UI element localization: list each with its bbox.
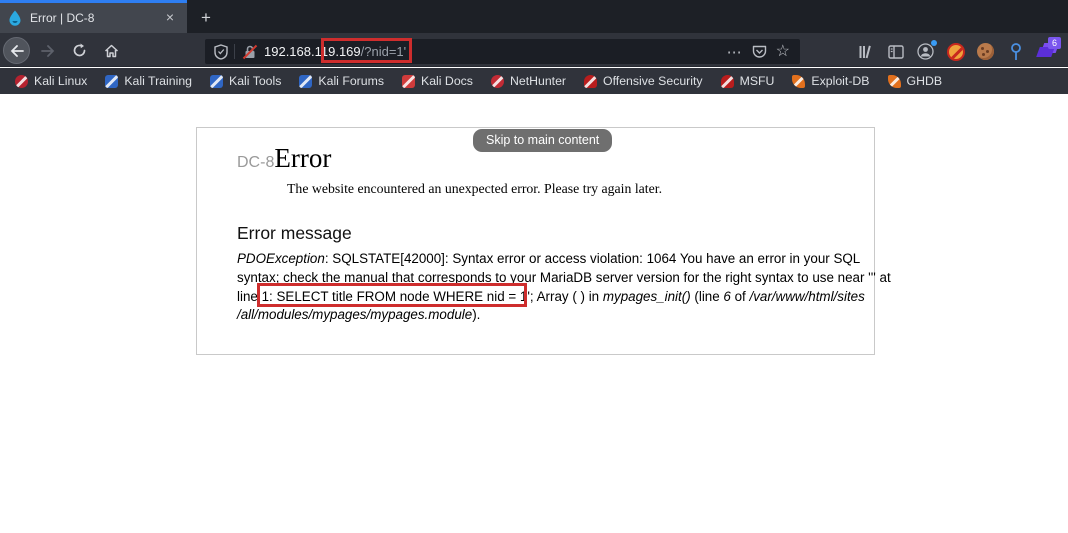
account-notification-dot bbox=[931, 40, 937, 46]
web-page: Skip to main content DC-8 Error The websi… bbox=[0, 94, 1068, 533]
site-identity[interactable] bbox=[205, 39, 264, 64]
drupal-favicon-icon bbox=[8, 10, 22, 26]
bookmark-item[interactable]: Exploit-DB bbox=[783, 70, 878, 92]
back-button[interactable] bbox=[3, 37, 30, 64]
page-actions-button[interactable]: ⋯ bbox=[727, 43, 743, 61]
proxy-key-extension-button[interactable] bbox=[1006, 42, 1025, 61]
bookmark-label: GHDB bbox=[906, 74, 943, 88]
bookmark-label: Kali Forums bbox=[318, 74, 385, 88]
bookmark-label: NetHunter bbox=[509, 74, 567, 88]
tab-bar: Error | DC-8 × + bbox=[0, 0, 1068, 33]
insecure-lock-icon[interactable] bbox=[242, 44, 258, 60]
bookmark-item[interactable]: Kali Training bbox=[96, 70, 201, 92]
bookmark-favicon-icon bbox=[402, 74, 416, 88]
bookmark-item[interactable]: NetHunter bbox=[482, 70, 575, 92]
pocket-button[interactable] bbox=[752, 44, 767, 59]
skip-to-main-content-link[interactable]: Skip to main content bbox=[473, 129, 613, 152]
cookie-manager-extension-button[interactable] bbox=[976, 42, 995, 61]
bookmark-item[interactable]: Kali Forums bbox=[290, 70, 393, 92]
bookmark-item[interactable]: GHDB bbox=[879, 70, 952, 92]
bookmark-favicon-icon bbox=[210, 74, 223, 88]
bookmark-favicon-icon bbox=[490, 74, 504, 88]
extension-badge: 6 bbox=[1048, 37, 1061, 49]
bookmark-label: Kali Training bbox=[124, 74, 192, 88]
annotation-box-url-parameter bbox=[321, 38, 412, 63]
url-bar[interactable]: 192.168.119.169/?nid=1' ⋯ ☆ bbox=[205, 39, 800, 64]
bookmark-star-button[interactable]: ☆ bbox=[776, 43, 790, 60]
sidebar-toggle-button[interactable] bbox=[886, 42, 905, 61]
library-button[interactable] bbox=[856, 42, 875, 61]
bookmark-label: Kali Tools bbox=[229, 74, 282, 88]
bookmarks-toolbar: Kali Linux Kali Training Kali Tools Kali… bbox=[0, 68, 1068, 94]
bookmark-label: MSFU bbox=[739, 74, 775, 88]
bookmark-favicon-icon bbox=[15, 74, 28, 88]
site-header: DC-8 Error bbox=[237, 143, 331, 174]
cookie-icon bbox=[977, 43, 994, 60]
page-title: Error bbox=[274, 143, 332, 173]
tab-close-icon[interactable]: × bbox=[161, 9, 179, 27]
account-button[interactable] bbox=[916, 40, 937, 61]
bookmark-favicon-icon bbox=[887, 74, 901, 88]
hacktools-extension-button[interactable]: 6 bbox=[1036, 37, 1061, 61]
error-line-4: /all/modules/mypages/mypages.module). bbox=[237, 307, 481, 323]
site-name[interactable]: DC-8 bbox=[237, 154, 274, 172]
new-tab-button[interactable]: + bbox=[192, 3, 220, 33]
bookmark-favicon-icon bbox=[720, 74, 734, 88]
bookmark-item[interactable]: Kali Docs bbox=[393, 70, 482, 92]
bookmark-item[interactable]: MSFU bbox=[712, 70, 784, 92]
blocked-cookie-icon bbox=[946, 42, 965, 61]
cookie-autodelete-extension-button[interactable] bbox=[946, 42, 965, 61]
bookmark-label: Offensive Security bbox=[603, 74, 703, 88]
bookmark-favicon-icon bbox=[792, 74, 806, 88]
error-intro-text: The website encountered an unexpected er… bbox=[287, 181, 663, 196]
bookmark-favicon-icon bbox=[299, 74, 313, 88]
bookmark-label: Kali Docs bbox=[421, 74, 473, 88]
bookmark-label: Exploit-DB bbox=[811, 74, 870, 88]
annotation-box-sql-query bbox=[257, 283, 527, 307]
identity-separator bbox=[234, 44, 235, 59]
error-message-heading: Error message bbox=[237, 223, 352, 243]
tab-title: Error | DC-8 bbox=[30, 11, 95, 25]
bookmark-favicon-icon bbox=[584, 74, 598, 88]
bookmark-item[interactable]: Kali Tools bbox=[201, 70, 290, 92]
home-button[interactable] bbox=[98, 37, 125, 64]
browser-tab[interactable]: Error | DC-8 × bbox=[0, 0, 187, 33]
bookmark-item[interactable]: Offensive Security bbox=[575, 70, 712, 92]
error-line-1: PDOException: SQLSTATE[42000]: Syntax er… bbox=[237, 251, 861, 266]
bookmark-item[interactable]: Kali Linux bbox=[6, 70, 96, 92]
forward-button[interactable] bbox=[34, 37, 61, 64]
bookmark-favicon-icon bbox=[105, 74, 119, 88]
reload-button[interactable] bbox=[66, 37, 93, 64]
tracking-protection-shield-icon[interactable] bbox=[214, 43, 228, 60]
bookmark-label: Kali Linux bbox=[34, 74, 88, 88]
